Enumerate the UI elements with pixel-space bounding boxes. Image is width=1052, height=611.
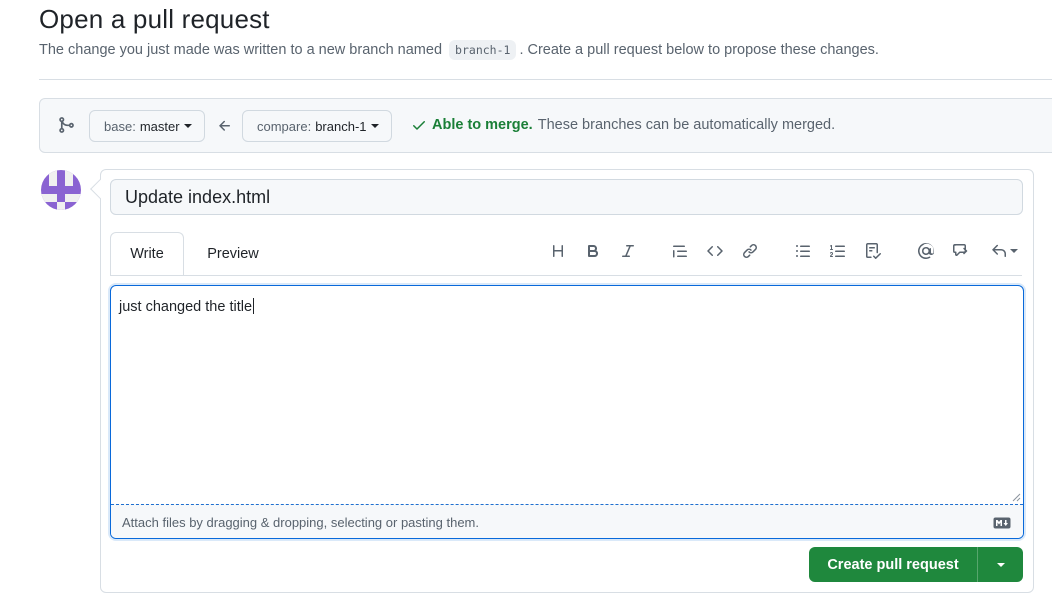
identicon [41,170,81,210]
reply-icon[interactable] [987,240,1021,262]
file-attachment-bar[interactable]: Attach files by dragging & dropping, sel… [111,504,1023,538]
base-label: base: [104,118,136,134]
compare-label: compare: [257,118,312,134]
ordered-list-icon[interactable] [827,240,849,262]
create-options-dropdown[interactable] [978,562,1023,567]
bold-icon[interactable] [582,240,604,262]
compare-value: branch-1 [315,118,367,134]
code-icon[interactable] [704,240,726,262]
tab-write[interactable]: Write [110,232,184,276]
cross-reference-icon[interactable] [950,240,972,262]
compare-bar: base: master compare: branch-1 Able to m… [39,98,1052,153]
chevron-down-icon [183,124,192,128]
arrow-left-icon [219,120,230,131]
chevron-down-icon [1009,249,1018,253]
pr-title-input[interactable] [110,179,1023,215]
page-subtitle: The change you just made was written to … [39,40,879,60]
unordered-list-icon[interactable] [792,240,814,262]
merge-status: Able to merge. These branches can be aut… [411,117,835,133]
markdown-icon[interactable] [993,517,1011,529]
avatar[interactable] [41,170,81,210]
page-title: Open a pull request [39,4,270,34]
base-value: master [139,118,180,134]
create-pull-request-button[interactable]: Create pull request [809,547,1023,582]
tabs-divider [110,275,1022,276]
comment-editor[interactable]: just changed the title Attach files by d… [110,285,1024,539]
merge-ok-text: Able to merge. [432,117,533,133]
subtitle-text: The change you just made was written to … [39,42,443,58]
attach-hint: Attach files by dragging & dropping, sel… [122,515,479,530]
comment-body-text[interactable]: just changed the title [119,298,254,315]
tab-preview[interactable]: Preview [194,232,272,276]
compare-branch-select[interactable]: compare: branch-1 [242,110,392,142]
merge-description: These branches can be automatically merg… [537,117,836,133]
heading-icon[interactable] [547,240,569,262]
check-icon [413,121,425,130]
chevron-down-icon [996,562,1005,567]
quote-icon[interactable] [669,240,691,262]
mention-icon[interactable] [915,240,937,262]
base-branch-select[interactable]: base: master [89,110,205,142]
header-divider [39,79,1052,80]
branch-name-code: branch-1 [449,40,517,60]
subtitle-text-end: . Create a pull request below to propose… [519,42,879,58]
compare-arrows-icon [59,117,74,133]
tasklist-icon[interactable] [862,240,884,262]
chevron-down-icon [370,124,379,128]
create-pull-request-label: Create pull request [827,556,959,573]
link-icon[interactable] [739,240,761,262]
italic-icon[interactable] [617,240,639,262]
resize-grip-icon[interactable] [1011,492,1021,502]
